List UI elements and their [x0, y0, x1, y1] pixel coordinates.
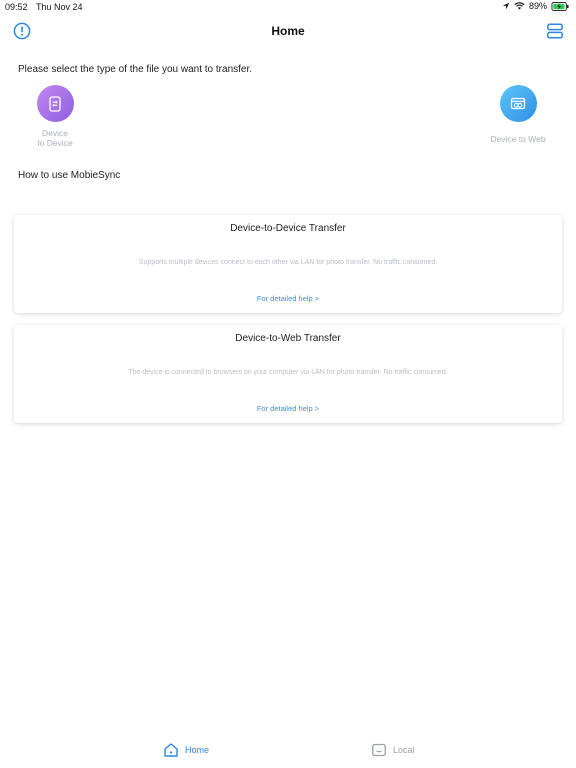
transfer-type-prompt: Please select the type of the file you w…	[18, 64, 253, 75]
device-to-device-label: Device to Device	[15, 128, 95, 148]
location-arrow-icon	[502, 2, 510, 10]
status-bar: 09:52 Thu Nov 24 89%	[0, 0, 576, 14]
status-indicators: 89%	[502, 1, 570, 11]
device-to-web-label: Device to Web	[490, 134, 546, 144]
tab-home-label: Home	[185, 745, 210, 755]
device-to-device-label-line1: Device	[42, 128, 68, 138]
tab-bar: Home Local	[0, 736, 576, 768]
folder-icon	[372, 743, 386, 757]
device-to-device-card: Device-to-Device Transfer Supports multi…	[14, 215, 562, 313]
battery-charging-icon	[551, 1, 569, 11]
web-transfer-icon	[510, 97, 526, 109]
status-time: 09:52	[5, 2, 28, 12]
status-date: Thu Nov 24	[36, 2, 83, 12]
device-to-web-circle	[499, 85, 537, 122]
tab-home[interactable]: Home	[163, 742, 209, 758]
home-icon	[164, 743, 178, 757]
card-title: Device-to-Device Transfer	[230, 223, 346, 234]
device-to-device-label-line2: to Device	[37, 138, 73, 148]
device-to-web-option[interactable]: Device to Web	[478, 85, 558, 144]
battery-percent: 89%	[528, 1, 547, 11]
tab-local-label: Local	[393, 745, 415, 755]
device-to-device-circle	[36, 85, 74, 122]
wifi-icon	[514, 2, 525, 10]
card-title: Device-to-Web Transfer	[235, 333, 341, 344]
detailed-help-link[interactable]: For detailed help >	[14, 404, 562, 413]
navigation-bar: Home	[0, 18, 576, 46]
card-description: Supports multiple devices connect to eac…	[138, 259, 438, 266]
tab-local[interactable]: Local	[371, 742, 415, 758]
device-to-web-card: Device-to-Web Transfer The device is con…	[14, 325, 562, 423]
detailed-help-link[interactable]: For detailed help >	[14, 294, 562, 303]
card-description: The device is connected to browsers on y…	[128, 369, 448, 376]
device-transfer-icon	[49, 95, 61, 112]
menu-icon	[547, 23, 563, 39]
menu-button[interactable]	[546, 22, 564, 40]
device-to-device-option[interactable]: Device to Device	[15, 85, 95, 148]
how-to-use-heading: How to use MobieSync	[18, 170, 121, 181]
page-title: Home	[271, 24, 305, 38]
